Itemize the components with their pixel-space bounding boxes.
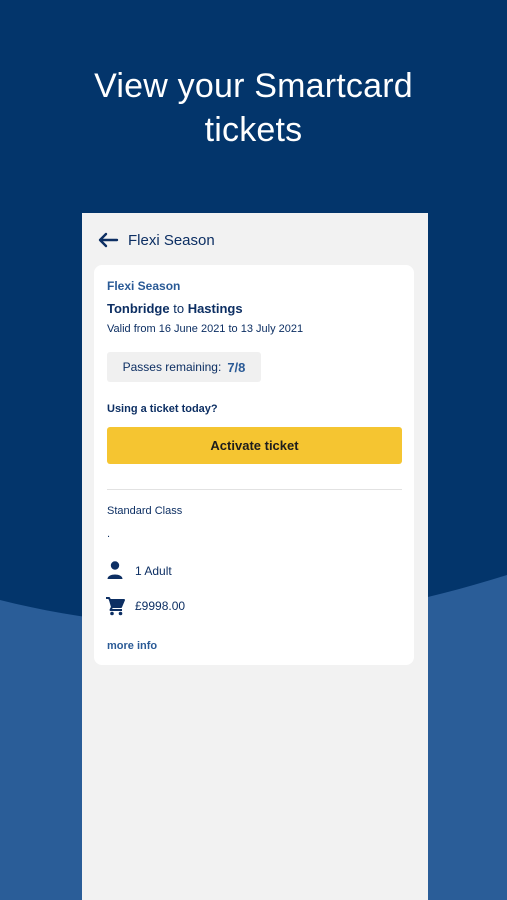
passenger-count: 1 Adult [135, 564, 172, 578]
ticket-route: Tonbridge to Hastings [107, 301, 243, 316]
cart-icon [106, 597, 125, 616]
route-origin: Tonbridge [107, 301, 170, 316]
route-connector: to [173, 301, 185, 316]
ticket-validity: Valid from 16 June 2021 to 13 July 2021 [107, 323, 304, 335]
passes-value: 7/8 [227, 359, 246, 375]
ticket-dot: . [107, 528, 111, 540]
headline-line-2: tickets [204, 111, 303, 149]
person-icon [107, 561, 123, 579]
app-bar: Flexi Season [82, 213, 428, 265]
ticket-class: Standard Class [107, 505, 183, 517]
ticket-card: Flexi Season Tonbridge to Hastings Valid… [94, 265, 414, 665]
arrow-left-icon [98, 232, 119, 248]
headline-line-1: View your Smartcard [94, 67, 413, 105]
page-title: Flexi Season [128, 232, 215, 249]
using-ticket-prompt: Using a ticket today? [107, 403, 218, 415]
back-button[interactable] [94, 227, 122, 253]
more-info-link[interactable]: more info [107, 640, 157, 652]
passes-remaining-badge: Passes remaining: 7/8 [107, 352, 261, 382]
divider [107, 489, 402, 490]
route-destination: Hastings [187, 301, 243, 316]
ticket-price: £9998.00 [135, 599, 186, 613]
phone-screen: Flexi Season Flexi Season Tonbridge to H… [82, 213, 428, 900]
passes-label: Passes remaining: [122, 360, 222, 374]
ticket-type: Flexi Season [107, 279, 181, 293]
activate-ticket-button[interactable]: Activate ticket [107, 427, 402, 464]
promo-headline: View your Smartcard tickets [0, 64, 507, 152]
